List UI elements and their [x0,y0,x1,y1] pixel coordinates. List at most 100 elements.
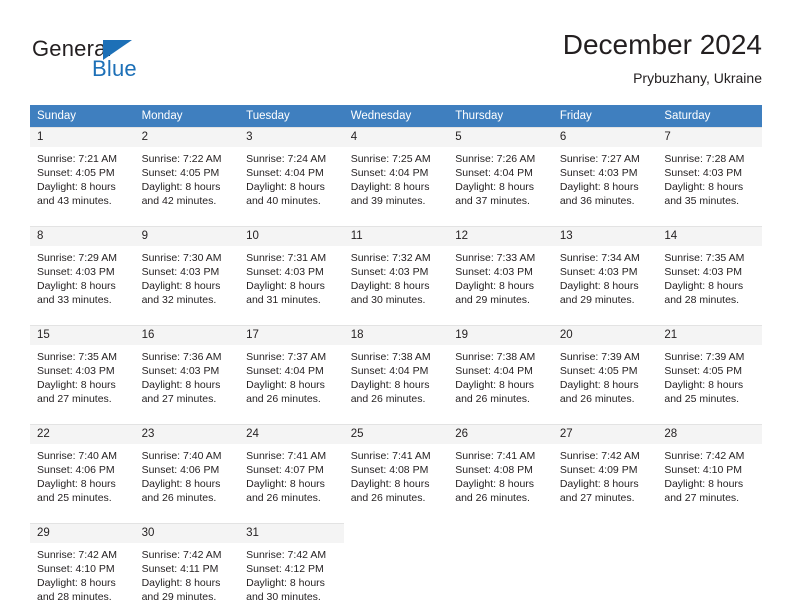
week-spacer [30,414,762,424]
daylight-text-line2: and 26 minutes. [350,393,426,405]
day-cell[interactable]: 17 Sunrise: 7:37 AM Sunset: 4:04 PM Dayl… [239,325,344,414]
day-number: 1 [30,128,135,147]
daylight-text-line1: Daylight: 8 hours [350,280,430,292]
sunrise-text: Sunrise: 7:38 AM [455,351,536,363]
sunrise-text: Sunrise: 7:22 AM [141,153,222,165]
day-cell[interactable]: 22 Sunrise: 7:40 AM Sunset: 4:06 PM Dayl… [30,424,135,513]
day-cell[interactable]: 18 Sunrise: 7:38 AM Sunset: 4:04 PM Dayl… [343,325,449,414]
sunset-text: Sunset: 4:04 PM [455,365,533,377]
day-cell[interactable]: 21 Sunrise: 7:39 AM Sunset: 4:05 PM Dayl… [657,325,762,414]
day-number: 16 [134,326,240,345]
sunrise-text: Sunrise: 7:35 AM [37,351,117,363]
day-number: 8 [30,227,135,246]
daylight-text-line2: and 29 minutes. [455,294,530,306]
day-number: 18 [343,326,449,345]
day-details: Sunrise: 7:41 AM Sunset: 4:08 PM Dayligh… [344,444,449,505]
day-cell[interactable]: 9 Sunrise: 7:30 AM Sunset: 4:03 PM Dayli… [134,226,240,315]
daylight-text-line1: Daylight: 8 hours [664,181,744,193]
day-cell[interactable]: 19 Sunrise: 7:38 AM Sunset: 4:04 PM Dayl… [448,325,553,414]
daylight-text-line1: Daylight: 8 hours [246,181,325,193]
daylight-text-line1: Daylight: 8 hours [37,379,116,391]
day-cell[interactable]: 29 Sunrise: 7:42 AM Sunset: 4:10 PM Dayl… [30,523,135,612]
day-details: Sunrise: 7:29 AM Sunset: 4:03 PM Dayligh… [30,246,135,307]
day-details: Sunrise: 7:40 AM Sunset: 4:06 PM Dayligh… [30,444,135,505]
day-cell[interactable]: 30 Sunrise: 7:42 AM Sunset: 4:11 PM Dayl… [134,523,240,612]
sunset-text: Sunset: 4:10 PM [37,563,115,575]
sunset-text: Sunset: 4:05 PM [37,167,115,179]
day-cell[interactable]: 16 Sunrise: 7:36 AM Sunset: 4:03 PM Dayl… [134,325,240,414]
daylight-text-line1: Daylight: 8 hours [664,280,744,292]
daylight-text-line2: and 29 minutes. [141,591,217,603]
daylight-text-line2: and 28 minutes. [37,591,112,603]
day-cell[interactable]: 28 Sunrise: 7:42 AM Sunset: 4:10 PM Dayl… [657,424,762,513]
general-blue-logo[interactable]: General Blue [32,36,172,88]
day-cell[interactable]: 1 Sunrise: 7:21 AM Sunset: 4:05 PM Dayli… [30,127,135,216]
sunrise-text: Sunrise: 7:41 AM [246,450,327,462]
day-cell[interactable]: 25 Sunrise: 7:41 AM Sunset: 4:08 PM Dayl… [343,424,449,513]
day-number: 4 [343,128,449,147]
day-number: 29 [30,524,135,543]
daylight-text-line1: Daylight: 8 hours [246,478,325,490]
day-cell[interactable]: 8 Sunrise: 7:29 AM Sunset: 4:03 PM Dayli… [30,226,135,315]
sunrise-text: Sunrise: 7:26 AM [455,153,536,165]
calendar-week-row: 22 Sunrise: 7:40 AM Sunset: 4:06 PM Dayl… [30,424,762,513]
day-number: 25 [343,425,449,444]
sunrise-text: Sunrise: 7:21 AM [37,153,117,165]
day-cell[interactable]: 24 Sunrise: 7:41 AM Sunset: 4:07 PM Dayl… [239,424,344,513]
day-cell[interactable]: 31 Sunrise: 7:42 AM Sunset: 4:12 PM Dayl… [239,523,344,612]
day-cell[interactable]: 15 Sunrise: 7:35 AM Sunset: 4:03 PM Dayl… [30,325,135,414]
sunset-text: Sunset: 4:09 PM [559,464,638,476]
daylight-text-line2: and 37 minutes. [455,195,530,207]
day-cell[interactable]: 11 Sunrise: 7:32 AM Sunset: 4:03 PM Dayl… [343,226,449,315]
day-cell[interactable]: 23 Sunrise: 7:40 AM Sunset: 4:06 PM Dayl… [134,424,240,513]
daylight-text-line2: and 27 minutes. [559,492,635,504]
day-number: 12 [448,227,553,246]
daylight-text-line2: and 32 minutes. [141,294,217,306]
daylight-text-line1: Daylight: 8 hours [559,280,639,292]
day-cell[interactable]: 4 Sunrise: 7:25 AM Sunset: 4:04 PM Dayli… [343,127,449,216]
day-number: 17 [239,326,344,345]
day-details: Sunrise: 7:28 AM Sunset: 4:03 PM Dayligh… [657,147,762,208]
day-details: Sunrise: 7:25 AM Sunset: 4:04 PM Dayligh… [344,147,449,208]
day-cell[interactable]: 5 Sunrise: 7:26 AM Sunset: 4:04 PM Dayli… [448,127,553,216]
day-cell[interactable]: 14 Sunrise: 7:35 AM Sunset: 4:03 PM Dayl… [657,226,762,315]
daylight-text-line2: and 28 minutes. [664,294,740,306]
sunrise-text: Sunrise: 7:42 AM [37,549,117,561]
day-cell[interactable]: 3 Sunrise: 7:24 AM Sunset: 4:04 PM Dayli… [239,127,344,216]
daylight-text-line2: and 27 minutes. [37,393,112,405]
day-cell[interactable]: 2 Sunrise: 7:22 AM Sunset: 4:05 PM Dayli… [134,127,240,216]
daylight-text-line2: and 27 minutes. [664,492,740,504]
day-number: 31 [239,524,344,543]
sunrise-text: Sunrise: 7:25 AM [350,153,431,165]
sunrise-text: Sunrise: 7:30 AM [141,252,222,264]
page-header: General Blue December 2024 Prybuzhany, U… [30,28,762,90]
weekday-header-saturday: Saturday [657,105,762,127]
day-cell[interactable]: 7 Sunrise: 7:28 AM Sunset: 4:03 PM Dayli… [657,127,762,216]
day-cell[interactable]: 12 Sunrise: 7:33 AM Sunset: 4:03 PM Dayl… [448,226,553,315]
daylight-text-line1: Daylight: 8 hours [559,379,639,391]
day-cell[interactable]: 27 Sunrise: 7:42 AM Sunset: 4:09 PM Dayl… [552,424,658,513]
daylight-text-line2: and 31 minutes. [246,294,321,306]
daylight-text-line1: Daylight: 8 hours [455,280,535,292]
daylight-text-line2: and 26 minutes. [455,492,530,504]
day-details: Sunrise: 7:42 AM Sunset: 4:11 PM Dayligh… [135,543,240,604]
day-cell[interactable]: 20 Sunrise: 7:39 AM Sunset: 4:05 PM Dayl… [552,325,658,414]
day-cell[interactable]: 26 Sunrise: 7:41 AM Sunset: 4:08 PM Dayl… [448,424,553,513]
daylight-text-line1: Daylight: 8 hours [664,478,744,490]
title-block: December 2024 Prybuzhany, Ukraine [563,28,762,88]
sunset-text: Sunset: 4:03 PM [141,365,220,377]
day-details: Sunrise: 7:32 AM Sunset: 4:03 PM Dayligh… [344,246,449,307]
daylight-text-line1: Daylight: 8 hours [350,181,430,193]
sunrise-text: Sunrise: 7:33 AM [455,252,536,264]
day-cell[interactable]: 10 Sunrise: 7:31 AM Sunset: 4:03 PM Dayl… [239,226,344,315]
day-cell[interactable]: 6 Sunrise: 7:27 AM Sunset: 4:03 PM Dayli… [552,127,658,216]
day-cell[interactable]: 13 Sunrise: 7:34 AM Sunset: 4:03 PM Dayl… [552,226,658,315]
sunset-text: Sunset: 4:03 PM [455,266,533,278]
sunrise-text: Sunrise: 7:41 AM [350,450,431,462]
daylight-text-line2: and 39 minutes. [350,195,426,207]
daylight-text-line1: Daylight: 8 hours [455,379,535,391]
day-cell-empty [657,523,762,612]
weekday-header-wednesday: Wednesday [343,105,449,127]
sunrise-text: Sunrise: 7:37 AM [246,351,327,363]
daylight-text-line2: and 40 minutes. [246,195,321,207]
